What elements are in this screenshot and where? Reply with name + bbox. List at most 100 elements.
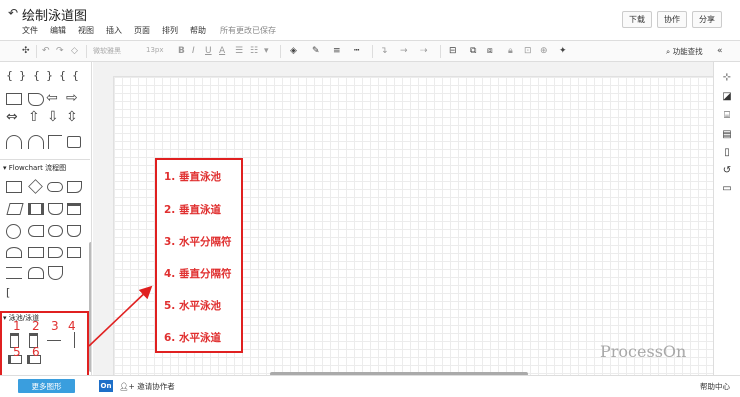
text-more-icon[interactable]: ▾ (264, 45, 269, 58)
terminator-shape[interactable] (47, 182, 63, 192)
font-family-select[interactable]: 微软雅黑 (93, 46, 121, 56)
down-arrow-shape-icon[interactable]: ⇩ (47, 110, 59, 124)
connector-type-icon[interactable]: ↴ (380, 45, 388, 58)
menu-view[interactable]: 视图 (78, 25, 94, 36)
font-color-button[interactable]: A (219, 45, 225, 58)
line-color-icon[interactable]: ✎ (312, 45, 320, 58)
annotation-shape[interactable]: [ (6, 287, 10, 298)
divider (280, 45, 281, 58)
brace-shape[interactable]: { (6, 70, 13, 81)
help-center-link[interactable]: 帮助中心 (700, 381, 730, 392)
u-turn-shape[interactable] (6, 135, 22, 149)
process-shape[interactable] (6, 181, 22, 193)
arrange-icon[interactable]: ⊟ (449, 45, 457, 58)
format-painter-icon[interactable]: ✣ (22, 45, 30, 58)
redo-icon[interactable]: ↷ (56, 45, 64, 58)
loop-limit-shape[interactable] (67, 247, 81, 258)
legend-item: 2. 垂直泳道 (164, 204, 221, 216)
menu-arrange[interactable]: 排列 (162, 25, 178, 36)
menu-edit[interactable]: 编辑 (50, 25, 66, 36)
connector-shape[interactable] (6, 224, 21, 239)
right-arrow-shape-icon[interactable]: ⇨ (66, 91, 78, 105)
share-button[interactable]: 分享 (692, 11, 722, 28)
font-size-select[interactable]: 13px (146, 46, 164, 54)
document-icon[interactable]: ▯ (721, 147, 733, 159)
rounded-rect-shape[interactable] (6, 93, 22, 105)
clear-format-icon[interactable]: ◇ (71, 45, 78, 58)
menu-help[interactable]: 帮助 (190, 25, 206, 36)
expand-caret-icon: ▾ (3, 164, 7, 172)
brace-shape[interactable]: } (46, 70, 53, 81)
processon-badge[interactable]: On (99, 380, 113, 392)
collapse-icon[interactable]: « (717, 45, 723, 58)
double-arrow-shape-icon[interactable]: ⇔ (6, 110, 18, 124)
ungroup-icon[interactable]: ⧈ (487, 45, 493, 58)
start-arrow-icon[interactable]: → (400, 45, 408, 58)
menu-page[interactable]: 页面 (134, 25, 150, 36)
document-flow-shape[interactable] (67, 181, 82, 193)
line-style-icon[interactable]: ┅ (354, 45, 359, 58)
right-side-panel: ⊹ ◪ ⌸ ▤ ▯ ↺ ▭ (713, 62, 740, 375)
download-button[interactable]: 下载 (622, 11, 652, 28)
decision-shape[interactable] (28, 179, 43, 194)
document-shape[interactable] (28, 93, 44, 106)
u-turn-arrow-shape[interactable] (28, 135, 44, 149)
more-shapes-button[interactable]: 更多图形 (18, 379, 75, 393)
data-icon[interactable]: ⌸ (721, 110, 733, 122)
magic-wand-icon[interactable]: ✦ (559, 45, 567, 58)
updown-arrow-shape-icon[interactable]: ⇳ (66, 110, 78, 124)
align-icon[interactable]: ☰ (235, 45, 243, 58)
end-arrow-icon[interactable]: ⇢ (420, 45, 428, 58)
tape-shape[interactable] (28, 267, 44, 279)
lock-icon[interactable]: 🔒︎ (508, 45, 513, 58)
manual-operation-shape[interactable] (67, 225, 81, 237)
corner-shape[interactable] (48, 135, 62, 149)
group-icon[interactable]: ⧉ (470, 45, 476, 58)
panel-scrollbar[interactable] (89, 242, 91, 372)
data-shape[interactable] (6, 203, 24, 215)
history-icon[interactable]: ↺ (721, 165, 733, 177)
bold-button[interactable]: B (178, 45, 185, 58)
brace-shape[interactable]: { (33, 70, 40, 81)
internal-storage-shape[interactable] (67, 203, 81, 215)
style-icon[interactable]: ◪ (721, 91, 733, 103)
feature-search[interactable]: ⌕ 功能查找 (666, 46, 703, 57)
menu-bar: 文件 编辑 视图 插入 页面 排列 帮助 所有更改已保存 (22, 25, 276, 36)
card-shape[interactable] (28, 247, 44, 258)
line-width-icon[interactable]: ≡ (333, 45, 341, 58)
brace-shape[interactable]: { (59, 70, 66, 81)
preparation-shape[interactable] (6, 247, 22, 258)
small-rect-shape[interactable] (67, 136, 81, 148)
stored-data-shape[interactable] (48, 203, 63, 215)
back-arrow-icon[interactable]: ↶ (8, 6, 18, 20)
menu-insert[interactable]: 插入 (106, 25, 122, 36)
crosshair-icon[interactable]: ⊹ (721, 72, 733, 84)
predefined-process-shape[interactable] (28, 203, 44, 215)
brace-shape[interactable]: { (72, 70, 79, 81)
comment-icon[interactable]: ▭ (721, 183, 733, 195)
menu-file[interactable]: 文件 (22, 25, 38, 36)
brace-shape[interactable]: } (19, 70, 26, 81)
off-page-shape[interactable] (48, 266, 63, 280)
display-shape[interactable] (48, 225, 63, 237)
shape-number: 3 (51, 319, 59, 333)
flowchart-section-header[interactable]: ▾ Flowchart 流程图 (0, 159, 90, 173)
page-settings-icon[interactable]: ▤ (721, 129, 733, 141)
undo-icon[interactable]: ↶ (42, 45, 50, 58)
unlock-icon[interactable]: ⊡ (524, 45, 532, 58)
delay-shape[interactable] (28, 225, 44, 237)
invite-collaborators[interactable]: 👤︎+ 邀请协作者 (119, 381, 175, 392)
italic-button[interactable]: I (192, 45, 195, 58)
vertical-align-icon[interactable]: ☷ (250, 45, 258, 58)
link-icon[interactable]: ⊕ (540, 45, 548, 58)
divider (372, 45, 373, 58)
manual-input-shape[interactable] (48, 247, 63, 258)
up-arrow-shape-icon[interactable]: ⇧ (28, 110, 40, 124)
underline-button[interactable]: U (205, 45, 212, 58)
parallel-mode-shape[interactable] (6, 267, 22, 279)
left-arrow-shape-icon[interactable]: ⇦ (46, 91, 58, 105)
collab-button[interactable]: 协作 (657, 11, 687, 28)
fill-color-icon[interactable]: ◈ (290, 45, 297, 58)
document-title[interactable]: 绘制泳道图 (22, 5, 87, 24)
shape-number: 5 (13, 345, 21, 359)
